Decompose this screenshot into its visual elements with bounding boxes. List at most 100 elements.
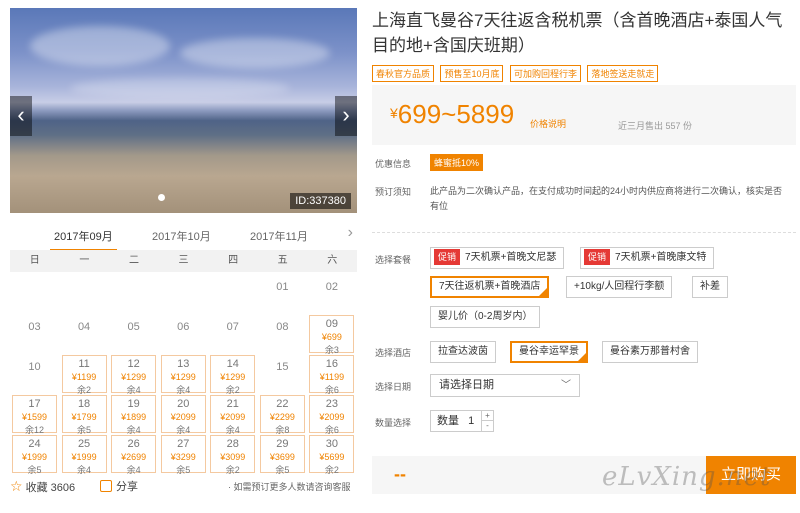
next-photo-button[interactable]: ›	[335, 96, 357, 136]
calendar-day-price: ¥1599	[21, 412, 48, 422]
calendar-day-04: 04	[62, 319, 107, 357]
calendar-day-number: 11	[78, 358, 90, 370]
calendar-day-30[interactable]: 30 ¥5699 余2	[309, 435, 355, 475]
calendar-day-02: 02	[309, 279, 354, 317]
hotel-option-2[interactable]: 曼谷幸运罕景	[510, 341, 588, 363]
calendar-day-20[interactable]: 20 ¥2099 余4	[160, 395, 206, 435]
date-label: 选择日期	[375, 382, 412, 392]
package-option-label: 补差	[700, 281, 720, 292]
calendar-day-number: 13	[177, 358, 190, 370]
package-option-6[interactable]: 婴儿价（0-2周岁内）	[430, 306, 541, 328]
favorite-label: 收藏 3606	[25, 482, 76, 494]
calendar-day-price: ¥1199	[71, 372, 97, 382]
calendar-day-21[interactable]: 21 ¥2099 余4	[210, 395, 256, 435]
hotel-option-label: 拉查达波茵	[438, 346, 488, 357]
tab-month-2[interactable]: 2017年10月	[152, 228, 211, 244]
photo-id-label: ID:337380	[290, 193, 351, 209]
favorite-button[interactable]: ☆ 收藏 3606	[10, 478, 75, 495]
calendar-day-23[interactable]: 23 ¥2099 余6	[309, 395, 355, 435]
site-watermark: eLvXing.net	[602, 462, 772, 492]
booking-note: · 如需预订更多人数请咨询客服	[228, 482, 351, 492]
package-option-1[interactable]: 促销 7天机票+首晚文尼瑟	[430, 247, 565, 269]
hotel-option-1[interactable]: 拉查达波茵	[430, 341, 496, 363]
weekday-label: 日	[29, 255, 40, 266]
calendar-day-number: 26	[127, 438, 140, 450]
calendar-day-number: 30	[325, 438, 339, 450]
decrement-button[interactable]: -	[482, 421, 493, 431]
notice-text: 此产品为二次确认产品，在支付成功时间起的24小时内供应商将进行二次确认，核实是否…	[430, 186, 783, 211]
calendar-day-08: 08	[260, 319, 305, 357]
calendar-day-24[interactable]: 24 ¥1999 余5	[12, 435, 57, 475]
calendar-day-number: 20	[177, 398, 190, 410]
quantity-label: 数量选择	[375, 418, 412, 428]
package-option-label: +10kg/人回程行李额	[574, 281, 665, 292]
quantity-value[interactable]: 1	[468, 415, 474, 427]
weekday-label: 六	[327, 255, 338, 266]
calendar-day-05: 05	[111, 319, 156, 357]
product-title: 上海直飞曼谷7天往返含税机票（含首晚酒店+泰国人气目的地+含国庆班期）	[372, 11, 783, 55]
weekday-header: 日 一 二 三 四 五 六	[10, 250, 357, 272]
calendar-day-26[interactable]: 26 ¥2699 余4	[111, 435, 157, 475]
calendar-day-price: ¥3699	[269, 452, 295, 462]
calendar-day-number: 24	[28, 438, 41, 450]
calendar-day-number: 10	[28, 361, 41, 373]
calendar-day-13[interactable]: 13 ¥1299 余4	[160, 355, 206, 395]
calendar-day-number: 08	[276, 321, 289, 333]
calendar-day-number: 09	[325, 318, 339, 330]
calendar-day-17[interactable]: 17 ¥1599 余12	[12, 395, 57, 435]
calendar-day-number: 21	[226, 398, 239, 410]
calendar-day-06: 06	[161, 319, 206, 357]
promo-tag: 促销	[434, 249, 461, 265]
package-option-3[interactable]: 7天往返机票+首晚酒店	[430, 276, 550, 298]
divider	[372, 232, 796, 233]
quantity-stepper[interactable]: 数量 1 + -	[430, 410, 494, 432]
product-photo[interactable]: ‹ › ID:337380	[10, 8, 357, 213]
calendar-day-price: ¥1299	[220, 372, 246, 382]
calendar-day-number: 07	[226, 321, 239, 333]
date-select[interactable]: 请选择日期 ﹀	[430, 374, 580, 397]
tab-month-3[interactable]: 2017年11月	[250, 228, 308, 244]
chevron-down-icon: ﹀	[561, 380, 571, 391]
share-icon	[100, 480, 112, 492]
price-explain-link[interactable]: 价格说明	[530, 117, 566, 130]
calendar-day-number: 27	[177, 438, 190, 450]
promo-label: 优惠信息	[375, 159, 412, 169]
calendar-day-11[interactable]: 11 ¥1199 余2	[61, 355, 107, 395]
weekday-label: 五	[277, 255, 288, 266]
calendar-day-number: 29	[276, 438, 289, 450]
tab-month-1[interactable]: 2017年09月	[50, 228, 117, 251]
share-button[interactable]: 分享	[100, 478, 138, 494]
calendar-day-09[interactable]: 09 ¥699 余3	[309, 315, 355, 355]
calendar-day-number: 16	[325, 358, 339, 370]
calendar-day-12[interactable]: 12 ¥1299 余4	[111, 355, 157, 395]
carousel-dot[interactable]	[158, 194, 165, 201]
package-option-2[interactable]: 促销 7天机票+首晚康文特	[580, 247, 715, 269]
package-option-4[interactable]: +10kg/人回程行李额	[566, 276, 673, 298]
calendar-day-22[interactable]: 22 ¥2299 余8	[259, 395, 305, 435]
calendar-day-19[interactable]: 19 ¥1899 余4	[111, 395, 157, 435]
price-box: ¥699~5899 价格说明 近三月售出 557 份	[372, 85, 796, 145]
calendar-day-price: ¥1999	[71, 452, 97, 462]
sold-count: 近三月售出 557 份	[618, 121, 693, 131]
calendar-day-number: 22	[276, 398, 289, 410]
calendar-day-25[interactable]: 25 ¥1999 余4	[61, 435, 107, 475]
date-placeholder: 请选择日期	[439, 379, 494, 391]
increment-button[interactable]: +	[482, 411, 493, 421]
calendar-day-28[interactable]: 28 ¥3099 余2	[210, 435, 256, 475]
calendar-day-number: 25	[77, 438, 91, 450]
calendar-day-07: 07	[210, 319, 255, 357]
calendar-day-29[interactable]: 29 ¥3699 余5	[259, 435, 305, 475]
prev-photo-button[interactable]: ‹	[10, 96, 32, 136]
calendar-day-number: 01	[276, 281, 289, 293]
product-tag: 春秋官方品质	[372, 65, 435, 82]
calendar-day-16[interactable]: 16 ¥1199 余6	[309, 355, 355, 395]
calendar-day-27[interactable]: 27 ¥3299 余5	[160, 435, 206, 475]
package-option-5[interactable]: 补差	[692, 276, 728, 298]
calendar-day-stock: 余2	[324, 465, 339, 475]
hotel-option-3[interactable]: 曼谷素万那普村舍	[602, 341, 698, 363]
calendar-day-14[interactable]: 14 ¥1299 余2	[210, 355, 256, 395]
calendar-day-price: ¥1799	[71, 412, 97, 422]
calendar-day-number: 18	[77, 398, 91, 410]
calendar-day-18[interactable]: 18 ¥1799 余5	[61, 395, 107, 435]
next-month-chevron-icon[interactable]: ›	[348, 224, 353, 242]
